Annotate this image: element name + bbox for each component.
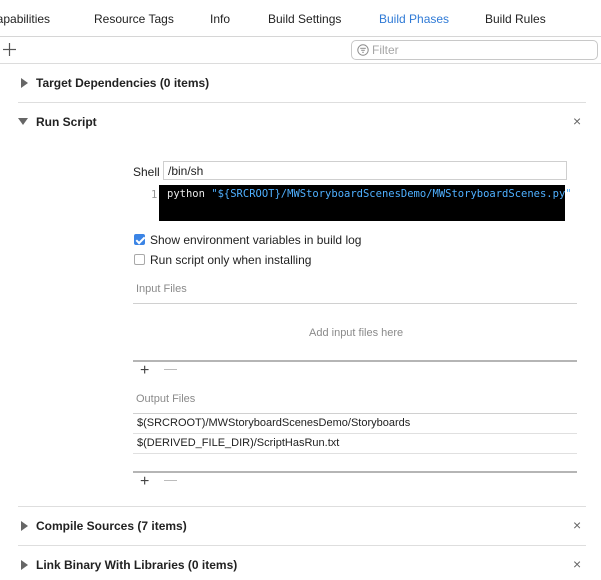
phases-toolbar bbox=[0, 37, 601, 64]
target-dependencies-section[interactable]: Target Dependencies (0 items) bbox=[0, 64, 601, 102]
filter-field[interactable] bbox=[351, 40, 598, 60]
install-only-checkbox[interactable] bbox=[134, 254, 145, 265]
output-files-label: Output Files bbox=[136, 393, 196, 405]
divider bbox=[133, 360, 577, 362]
add-output-file-button[interactable]: + bbox=[140, 473, 149, 491]
code-keyword: python bbox=[167, 188, 205, 200]
link-binary-section[interactable]: Link Binary With Libraries (0 items) × bbox=[0, 546, 601, 580]
divider bbox=[133, 471, 577, 473]
shell-label: Shell bbox=[133, 165, 160, 179]
remove-input-file-button[interactable]: — bbox=[164, 361, 177, 376]
section-title: Compile Sources (7 items) bbox=[36, 519, 187, 533]
plus-icon[interactable] bbox=[3, 43, 16, 56]
env-vars-checkbox[interactable] bbox=[134, 234, 145, 245]
tab-resource-tags[interactable]: Resource Tags bbox=[94, 12, 174, 26]
input-files-placeholder: Add input files here bbox=[309, 327, 404, 339]
install-only-label: Run script only when installing bbox=[150, 253, 312, 267]
line-number: 1 bbox=[151, 189, 158, 201]
output-file-row[interactable]: $(DERIVED_FILE_DIR)/ScriptHasRun.txt bbox=[133, 434, 577, 453]
tab-build-rules[interactable]: Build Rules bbox=[485, 12, 546, 26]
filter-input[interactable] bbox=[372, 42, 590, 57]
tab-build-phases[interactable]: Build Phases bbox=[379, 12, 449, 26]
filter-icon bbox=[357, 44, 369, 56]
close-icon[interactable]: × bbox=[573, 517, 581, 533]
section-title: Link Binary With Libraries (0 items) bbox=[36, 558, 238, 572]
input-files-list[interactable]: Add input files here bbox=[133, 304, 577, 360]
disclosure-right-icon[interactable] bbox=[21, 560, 28, 570]
remove-output-file-button[interactable]: — bbox=[164, 472, 177, 487]
shell-field[interactable] bbox=[163, 161, 567, 180]
add-input-file-button[interactable]: + bbox=[140, 362, 149, 380]
tab-bar: Capabilities Resource Tags Info Build Se… bbox=[0, 0, 601, 37]
output-file-path: $(DERIVED_FILE_DIR)/ScriptHasRun.txt bbox=[137, 437, 340, 449]
run-script-header[interactable]: Run Script × bbox=[0, 103, 601, 141]
code-string: "${SRCROOT}/MWStoryboardScenesDemo/MWSto… bbox=[211, 188, 572, 200]
env-vars-label: Show environment variables in build log bbox=[150, 233, 362, 247]
tab-capabilities[interactable]: Capabilities bbox=[0, 12, 50, 26]
line-gutter: 1 bbox=[133, 185, 159, 221]
input-files-label: Input Files bbox=[136, 283, 187, 295]
section-title: Target Dependencies (0 items) bbox=[36, 76, 210, 90]
close-icon[interactable]: × bbox=[573, 556, 581, 572]
output-file-row[interactable]: $(SRCROOT)/MWStoryboardScenesDemo/Storyb… bbox=[133, 414, 577, 433]
disclosure-right-icon[interactable] bbox=[21, 521, 28, 531]
section-title: Run Script bbox=[36, 115, 97, 129]
disclosure-down-icon[interactable] bbox=[18, 118, 28, 125]
output-file-path: $(SRCROOT)/MWStoryboardScenesDemo/Storyb… bbox=[137, 417, 411, 429]
tab-build-settings[interactable]: Build Settings bbox=[268, 12, 341, 26]
close-icon[interactable]: × bbox=[573, 113, 581, 129]
divider bbox=[133, 453, 577, 454]
tab-info[interactable]: Info bbox=[210, 12, 230, 26]
script-editor[interactable]: python "${SRCROOT}/MWStoryboardScenesDem… bbox=[159, 185, 572, 221]
compile-sources-section[interactable]: Compile Sources (7 items) × bbox=[0, 507, 601, 545]
disclosure-right-icon[interactable] bbox=[21, 78, 28, 88]
